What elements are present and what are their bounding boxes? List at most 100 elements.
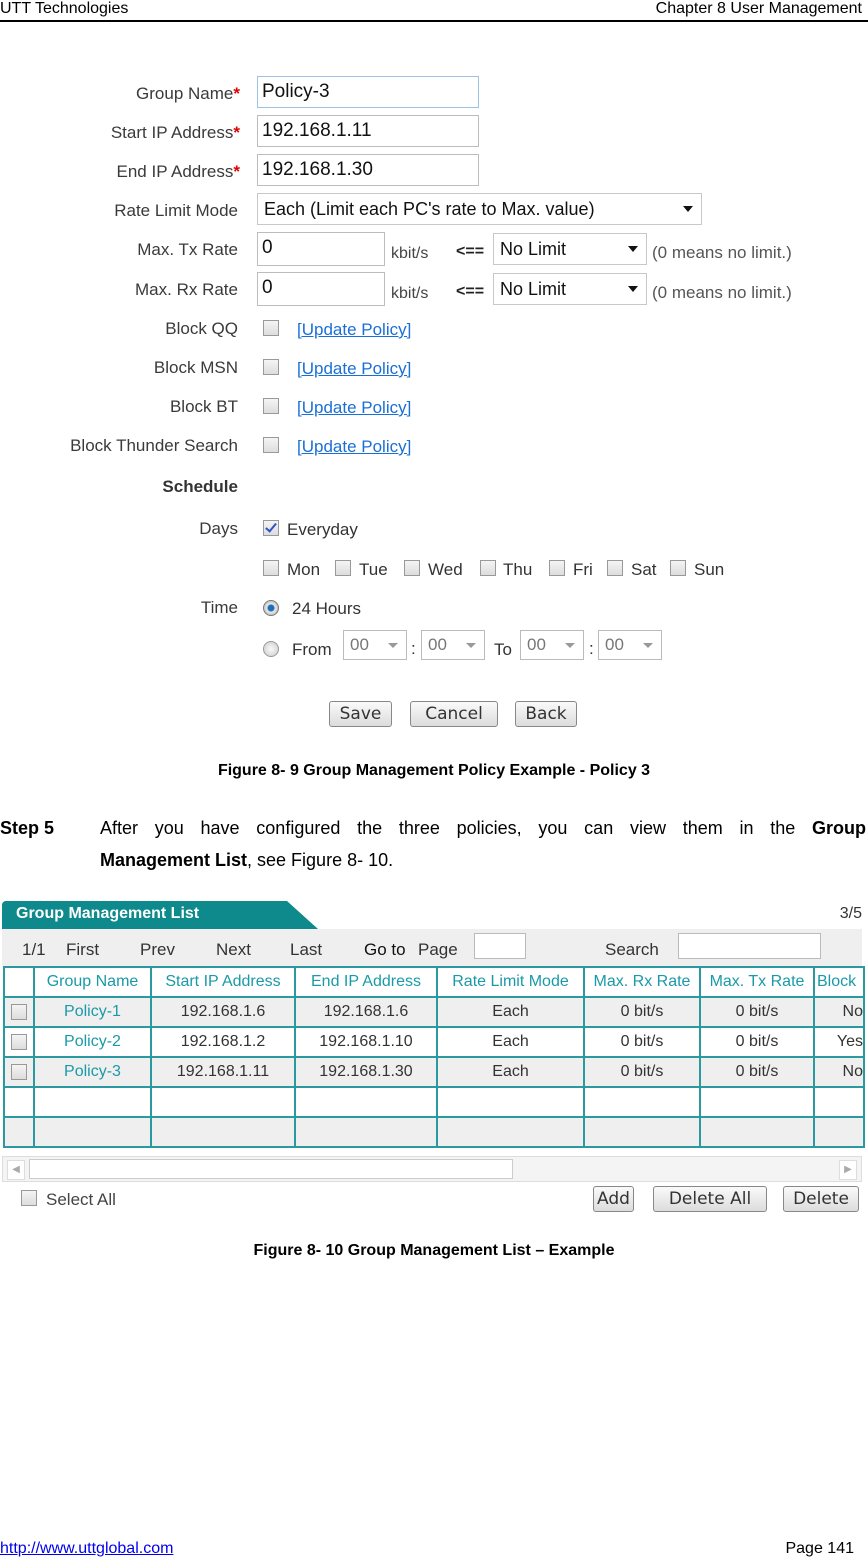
- goto-button[interactable]: Go to: [364, 940, 406, 960]
- select-all-checkbox[interactable]: [21, 1190, 37, 1206]
- from-minute-value: 00: [428, 635, 447, 654]
- next-page-link[interactable]: Next: [216, 940, 251, 960]
- last-page-link[interactable]: Last: [290, 940, 322, 960]
- empty-cell: [3, 1086, 35, 1118]
- delete-button[interactable]: Delete: [783, 1186, 859, 1212]
- column-header-max-tx[interactable]: Max. Tx Rate: [699, 966, 815, 998]
- from-minute-select[interactable]: 00: [421, 630, 485, 660]
- group-name-input[interactable]: Policy-3: [257, 76, 479, 108]
- empty-cell: [583, 1086, 701, 1118]
- block-thunder-search-checkbox[interactable]: [263, 437, 279, 453]
- prev-page-link[interactable]: Prev: [140, 940, 175, 960]
- empty-cell: [150, 1116, 296, 1148]
- everyday-checkbox[interactable]: [263, 520, 279, 536]
- max-tx-preset-select[interactable]: No Limit: [493, 233, 647, 265]
- block-qq-checkbox[interactable]: [263, 320, 279, 336]
- time-from-label: From: [292, 640, 332, 659]
- column-header-rate-limit-mode[interactable]: Rate Limit Mode: [436, 966, 585, 998]
- back-button[interactable]: Back: [515, 701, 577, 727]
- start-ip-label: Start IP Address*: [110, 123, 240, 142]
- max-tx-preset-value: No Limit: [500, 239, 567, 259]
- step-bold-management-list: Management List: [100, 850, 248, 870]
- fri-checkbox[interactable]: [549, 560, 565, 576]
- wed-checkbox[interactable]: [404, 560, 420, 576]
- block-bt-update-policy-link[interactable]: [Update Policy]: [297, 398, 411, 418]
- row-checkbox[interactable]: [11, 1063, 27, 1080]
- column-header-group-name[interactable]: Group Name: [33, 966, 152, 998]
- tue-checkbox[interactable]: [335, 560, 351, 576]
- block-msn-update-policy-link[interactable]: [Update Policy]: [297, 359, 411, 379]
- table-row: Policy-1 192.168.1.6 192.168.1.6 Each 0 …: [3, 996, 865, 1028]
- block-cell: No: [813, 996, 865, 1028]
- column-header-max-rx[interactable]: Max. Rx Rate: [583, 966, 701, 998]
- block-msn-checkbox[interactable]: [263, 359, 279, 375]
- empty-cell: [436, 1116, 585, 1148]
- empty-cell: [813, 1116, 865, 1148]
- start-ip-input[interactable]: 192.168.1.11: [257, 115, 479, 147]
- column-header-block[interactable]: Block: [813, 966, 865, 998]
- max-rx-preset-select[interactable]: No Limit: [493, 273, 647, 305]
- block-qq-update-policy-link[interactable]: [Update Policy]: [297, 320, 411, 340]
- sat-label: Sat: [631, 560, 657, 579]
- max-tx-cell: 0 bit/s: [699, 996, 815, 1028]
- rate-limit-mode-select[interactable]: Each (Limit each PC's rate to Max. value…: [257, 193, 702, 225]
- max-tx-cell: 0 bit/s: [699, 1026, 815, 1058]
- tue-label: Tue: [359, 560, 388, 579]
- group-name-link[interactable]: Policy-3: [33, 1056, 152, 1088]
- table-row: Policy-2 192.168.1.2 192.168.1.10 Each 0…: [3, 1026, 865, 1058]
- chevron-down-icon: [683, 206, 693, 212]
- block-bt-checkbox[interactable]: [263, 398, 279, 414]
- empty-cell: [583, 1116, 701, 1148]
- max-rx-note: (0 means no limit.): [652, 283, 792, 302]
- sat-checkbox[interactable]: [607, 560, 623, 576]
- horizontal-scrollbar[interactable]: ◀ ▶: [2, 1156, 862, 1182]
- max-rx-arrow: <==: [456, 283, 485, 300]
- column-header-start-ip[interactable]: Start IP Address: [150, 966, 296, 998]
- footer-website-link[interactable]: http://www.uttglobal.com: [0, 1540, 173, 1558]
- column-header-end-ip[interactable]: End IP Address: [294, 966, 438, 998]
- group-name-link[interactable]: Policy-1: [33, 996, 152, 1028]
- empty-cell: [33, 1086, 152, 1118]
- scroll-right-arrow-icon[interactable]: ▶: [839, 1160, 857, 1180]
- delete-all-button[interactable]: Delete All: [653, 1186, 767, 1212]
- empty-cell: [699, 1116, 815, 1148]
- search-input[interactable]: [678, 933, 821, 959]
- save-button[interactable]: Save: [329, 701, 392, 727]
- max-tx-input[interactable]: 0: [257, 232, 385, 266]
- empty-cell: [699, 1086, 815, 1118]
- to-hour-select[interactable]: 00: [520, 630, 584, 660]
- row-checkbox[interactable]: [11, 1033, 27, 1050]
- time-24-hours-label: 24 Hours: [292, 599, 361, 618]
- row-select-cell: [3, 1056, 35, 1088]
- figure-8-10-caption: Figure 8- 10 Group Management List – Exa…: [253, 1242, 615, 1259]
- max-rx-input[interactable]: 0: [257, 272, 385, 306]
- block-thunder-search-update-policy-link[interactable]: [Update Policy]: [297, 437, 411, 457]
- from-hour-select[interactable]: 00: [343, 630, 407, 660]
- max-tx-cell: 0 bit/s: [699, 1056, 815, 1088]
- first-page-link[interactable]: First: [66, 940, 99, 960]
- empty-cell: [3, 1116, 35, 1148]
- empty-cell: [33, 1116, 152, 1148]
- schedule-heading: Schedule: [162, 477, 238, 496]
- thu-checkbox[interactable]: [480, 560, 496, 576]
- mon-checkbox[interactable]: [263, 560, 279, 576]
- page-input[interactable]: [474, 933, 526, 959]
- max-rx-unit: kbit/s: [391, 285, 429, 302]
- to-minute-select[interactable]: 00: [598, 630, 662, 660]
- time-24-hours-radio[interactable]: [263, 600, 279, 616]
- scroll-left-arrow-icon[interactable]: ◀: [7, 1160, 25, 1180]
- step-label: Step 5: [0, 818, 55, 838]
- time-range-radio[interactable]: [263, 641, 279, 657]
- row-checkbox[interactable]: [11, 1003, 27, 1020]
- group-name-link[interactable]: Policy-2: [33, 1026, 152, 1058]
- select-all-label: Select All: [46, 1190, 116, 1209]
- scrollbar-thumb[interactable]: [29, 1159, 513, 1179]
- end-ip-cell: 192.168.1.30: [294, 1056, 438, 1088]
- end-ip-input[interactable]: 192.168.1.30: [257, 154, 479, 186]
- add-button[interactable]: Add: [593, 1186, 634, 1212]
- step-text-line2: Management List, see Figure 8- 10.: [100, 844, 393, 876]
- cancel-button[interactable]: Cancel: [410, 701, 498, 727]
- sun-checkbox[interactable]: [670, 560, 686, 576]
- step-text-line1: After you have configured the three poli…: [100, 812, 866, 844]
- row-select-cell: [3, 996, 35, 1028]
